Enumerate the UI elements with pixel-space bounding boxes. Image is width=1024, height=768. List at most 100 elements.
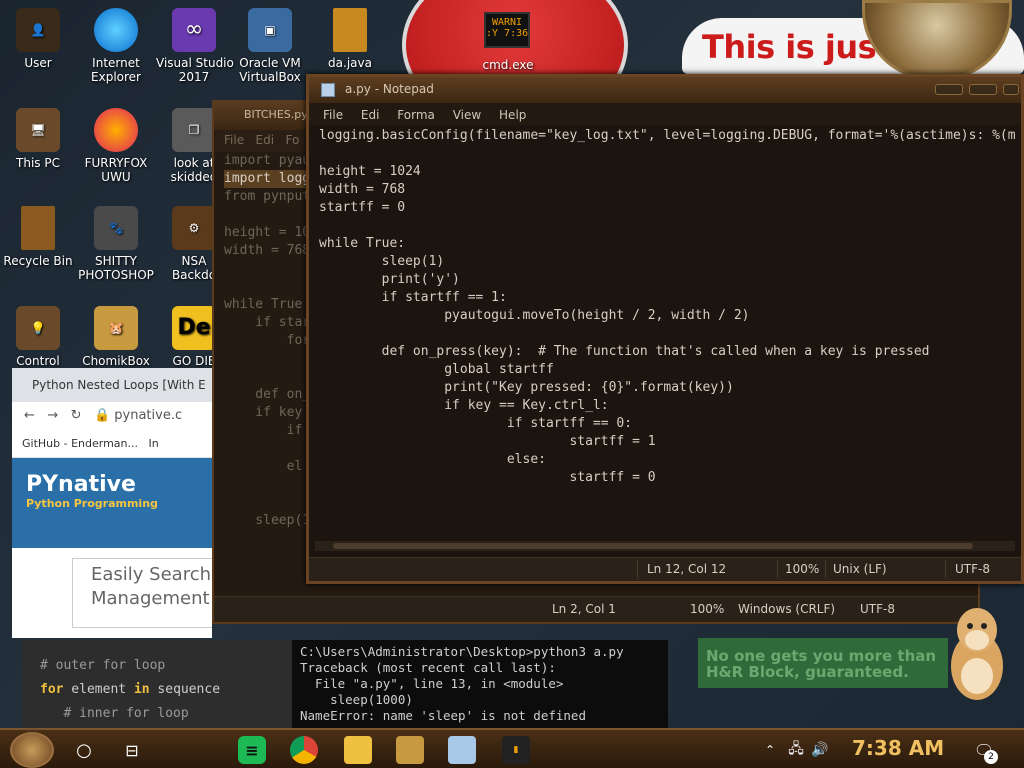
menu-edit[interactable]: Edi	[256, 133, 275, 147]
desktop-icon-label: da.java	[328, 56, 372, 70]
terminal-output[interactable]: C:\Users\Administrator\Desktop>python3 a…	[292, 640, 668, 728]
desktop: This is jus WARNI :Y 7:36 👤 User Interne…	[0, 0, 1024, 768]
menu-file[interactable]: File	[224, 133, 244, 147]
desktop-icon-cmd[interactable]: cmd.exe	[470, 58, 546, 72]
code-line: if	[224, 423, 303, 438]
window-title: a.py - Notepad	[345, 82, 434, 96]
desktop-icon-visual-studio[interactable]: ∞ Visual Studio 2017	[156, 8, 234, 84]
desktop-icon-user[interactable]: 👤 User	[0, 8, 76, 70]
page-ad[interactable]: Easily Search Management	[72, 558, 212, 628]
status-zoom: 100%	[690, 602, 725, 616]
chomikbox-taskbar-icon[interactable]	[396, 736, 424, 764]
forward-arrow-icon[interactable]: →	[47, 408, 58, 423]
menu-help[interactable]: Help	[499, 108, 526, 122]
address-bar[interactable]: pynative.c	[114, 408, 182, 423]
desktop-icon-photoshop[interactable]: 🐾 SHITTY PHOTOSHOP	[78, 206, 154, 282]
browser-tab[interactable]: Python Nested Loops [With E	[12, 368, 212, 402]
visual-studio-icon: ∞	[172, 8, 216, 52]
volume-icon[interactable]: 🔊	[810, 736, 830, 764]
bookmark-in[interactable]: In	[149, 437, 159, 450]
code-line: if startff == 0:	[319, 416, 633, 431]
lock-icon: 🔒	[93, 408, 111, 423]
notification-count-badge: 2	[984, 750, 998, 764]
code-line: pyautogui.moveTo(height / 2, width / 2)	[319, 308, 750, 323]
show-hidden-icons-icon[interactable]: ⌃	[762, 736, 778, 764]
horizontal-scrollbar[interactable]	[315, 541, 1015, 551]
notepad-front-editor[interactable]: logging.basicConfig(filename="key_log.tx…	[319, 127, 1016, 487]
status-encoding: UTF-8	[955, 562, 990, 576]
menu-view[interactable]: View	[453, 108, 481, 122]
notepad-window-front[interactable]: a.py - Notepad File Edi Forma View Help …	[306, 74, 1024, 584]
code-line: print("Key pressed: {0}".format(key))	[319, 380, 734, 395]
code-line: File "a.py", line 13, in <module>	[300, 676, 564, 691]
desktop-icon-this-pc[interactable]: 🖥 This PC	[0, 108, 76, 170]
notepad-back-editor[interactable]: import pyau import logg from pynput height…	[224, 152, 311, 530]
desktop-icon-label: Oracle VM VirtualBox	[239, 56, 301, 84]
status-position: Ln 2, Col 1	[552, 602, 616, 616]
browser-nav-bar: ← → ↻ 🔒 pynative.c	[12, 402, 212, 432]
code-line: from pynput	[224, 189, 311, 204]
code-token: for	[40, 682, 64, 697]
chrome-icon[interactable]	[290, 736, 318, 764]
taskbar-clock[interactable]: 7:38 AM	[852, 736, 944, 760]
cmd-taskbar-icon[interactable]: ▮	[502, 736, 530, 764]
code-line: global startff	[319, 362, 554, 377]
hr-block-ad[interactable]: No one gets you more than H&R Block, gua…	[698, 638, 948, 688]
desktop-icon-label: ChomikBox	[82, 354, 150, 368]
code-line: while True	[224, 297, 303, 312]
task-view-icon[interactable]: ⊟	[118, 736, 146, 764]
minimize-button[interactable]	[935, 84, 963, 95]
desktop-icon-internet-explorer[interactable]: Internet Explorer	[78, 8, 154, 84]
desktop-icon-firefox[interactable]: FURRYFOX UWU	[78, 108, 154, 184]
code-example-line: for element in sequence	[40, 678, 274, 702]
file-explorer-icon[interactable]	[344, 736, 372, 764]
network-icon[interactable]: 🖧	[786, 736, 806, 764]
notepad-front-titlebar[interactable]: a.py - Notepad	[309, 77, 1021, 103]
back-arrow-icon[interactable]: ←	[24, 408, 35, 423]
desktop-icon-da-java[interactable]: da.java	[312, 8, 388, 70]
menu-file[interactable]: File	[323, 108, 343, 122]
notepad-taskbar-icon[interactable]	[448, 736, 476, 764]
desktop-icon-label: User	[24, 56, 52, 70]
code-line: height = 10	[224, 225, 311, 240]
user-folder-icon: 👤	[16, 8, 60, 52]
code-line: if key	[224, 405, 303, 420]
scrollbar-thumb[interactable]	[333, 543, 973, 549]
close-button[interactable]	[1003, 84, 1019, 95]
code-token: in	[133, 682, 150, 697]
site-logo[interactable]: PYnative	[26, 472, 198, 497]
desktop-icon-label: Recycle Bin	[3, 254, 73, 268]
desktop-icon-recycle-bin[interactable]: Recycle Bin	[0, 206, 76, 268]
spotify-icon[interactable]: ≡	[238, 736, 266, 764]
start-button[interactable]	[10, 732, 54, 768]
menu-format[interactable]: Fo	[286, 133, 300, 147]
desktop-icon-label: Visual Studio 2017	[156, 56, 234, 84]
this-pc-icon: 🖥	[16, 108, 60, 152]
menu-format[interactable]: Forma	[397, 108, 435, 122]
desktop-icon-chomikbox[interactable]: 🐹 ChomikBox	[78, 306, 154, 368]
notepad-front-menubar: File Edi Forma View Help	[309, 103, 1021, 125]
taskbar: ○ ⊟ ≡ ▮ ⌃ 🖧 🔊 7:38 AM 🗨 2	[0, 728, 1024, 768]
code-line: startff = 0	[319, 200, 406, 215]
desktop-icon-label: SHITTY PHOTOSHOP	[78, 254, 154, 282]
reload-icon[interactable]: ↻	[71, 408, 82, 423]
browser-tab-title: Python Nested Loops [With E	[32, 378, 206, 392]
desktop-icon-virtualbox[interactable]: ▣ Oracle VM VirtualBox	[232, 8, 308, 84]
code-token: element	[63, 682, 134, 697]
maximize-button[interactable]	[969, 84, 997, 95]
code-line: startff = 0	[319, 470, 656, 485]
nsa-backdoor-icon: ⚙	[172, 206, 216, 250]
menu-edit[interactable]: Edi	[361, 108, 380, 122]
browser-window: Python Nested Loops [With E ← → ↻ 🔒 pyna…	[12, 368, 212, 638]
code-line: Traceback (most recent call last):	[300, 660, 556, 675]
cortana-icon[interactable]: ○	[70, 736, 98, 764]
bookmark-github[interactable]: GitHub - Enderman...	[22, 437, 138, 450]
cmd-desktop-icon[interactable]: WARNI :Y 7:36	[484, 12, 530, 48]
recycle-bin-icon	[21, 206, 55, 250]
